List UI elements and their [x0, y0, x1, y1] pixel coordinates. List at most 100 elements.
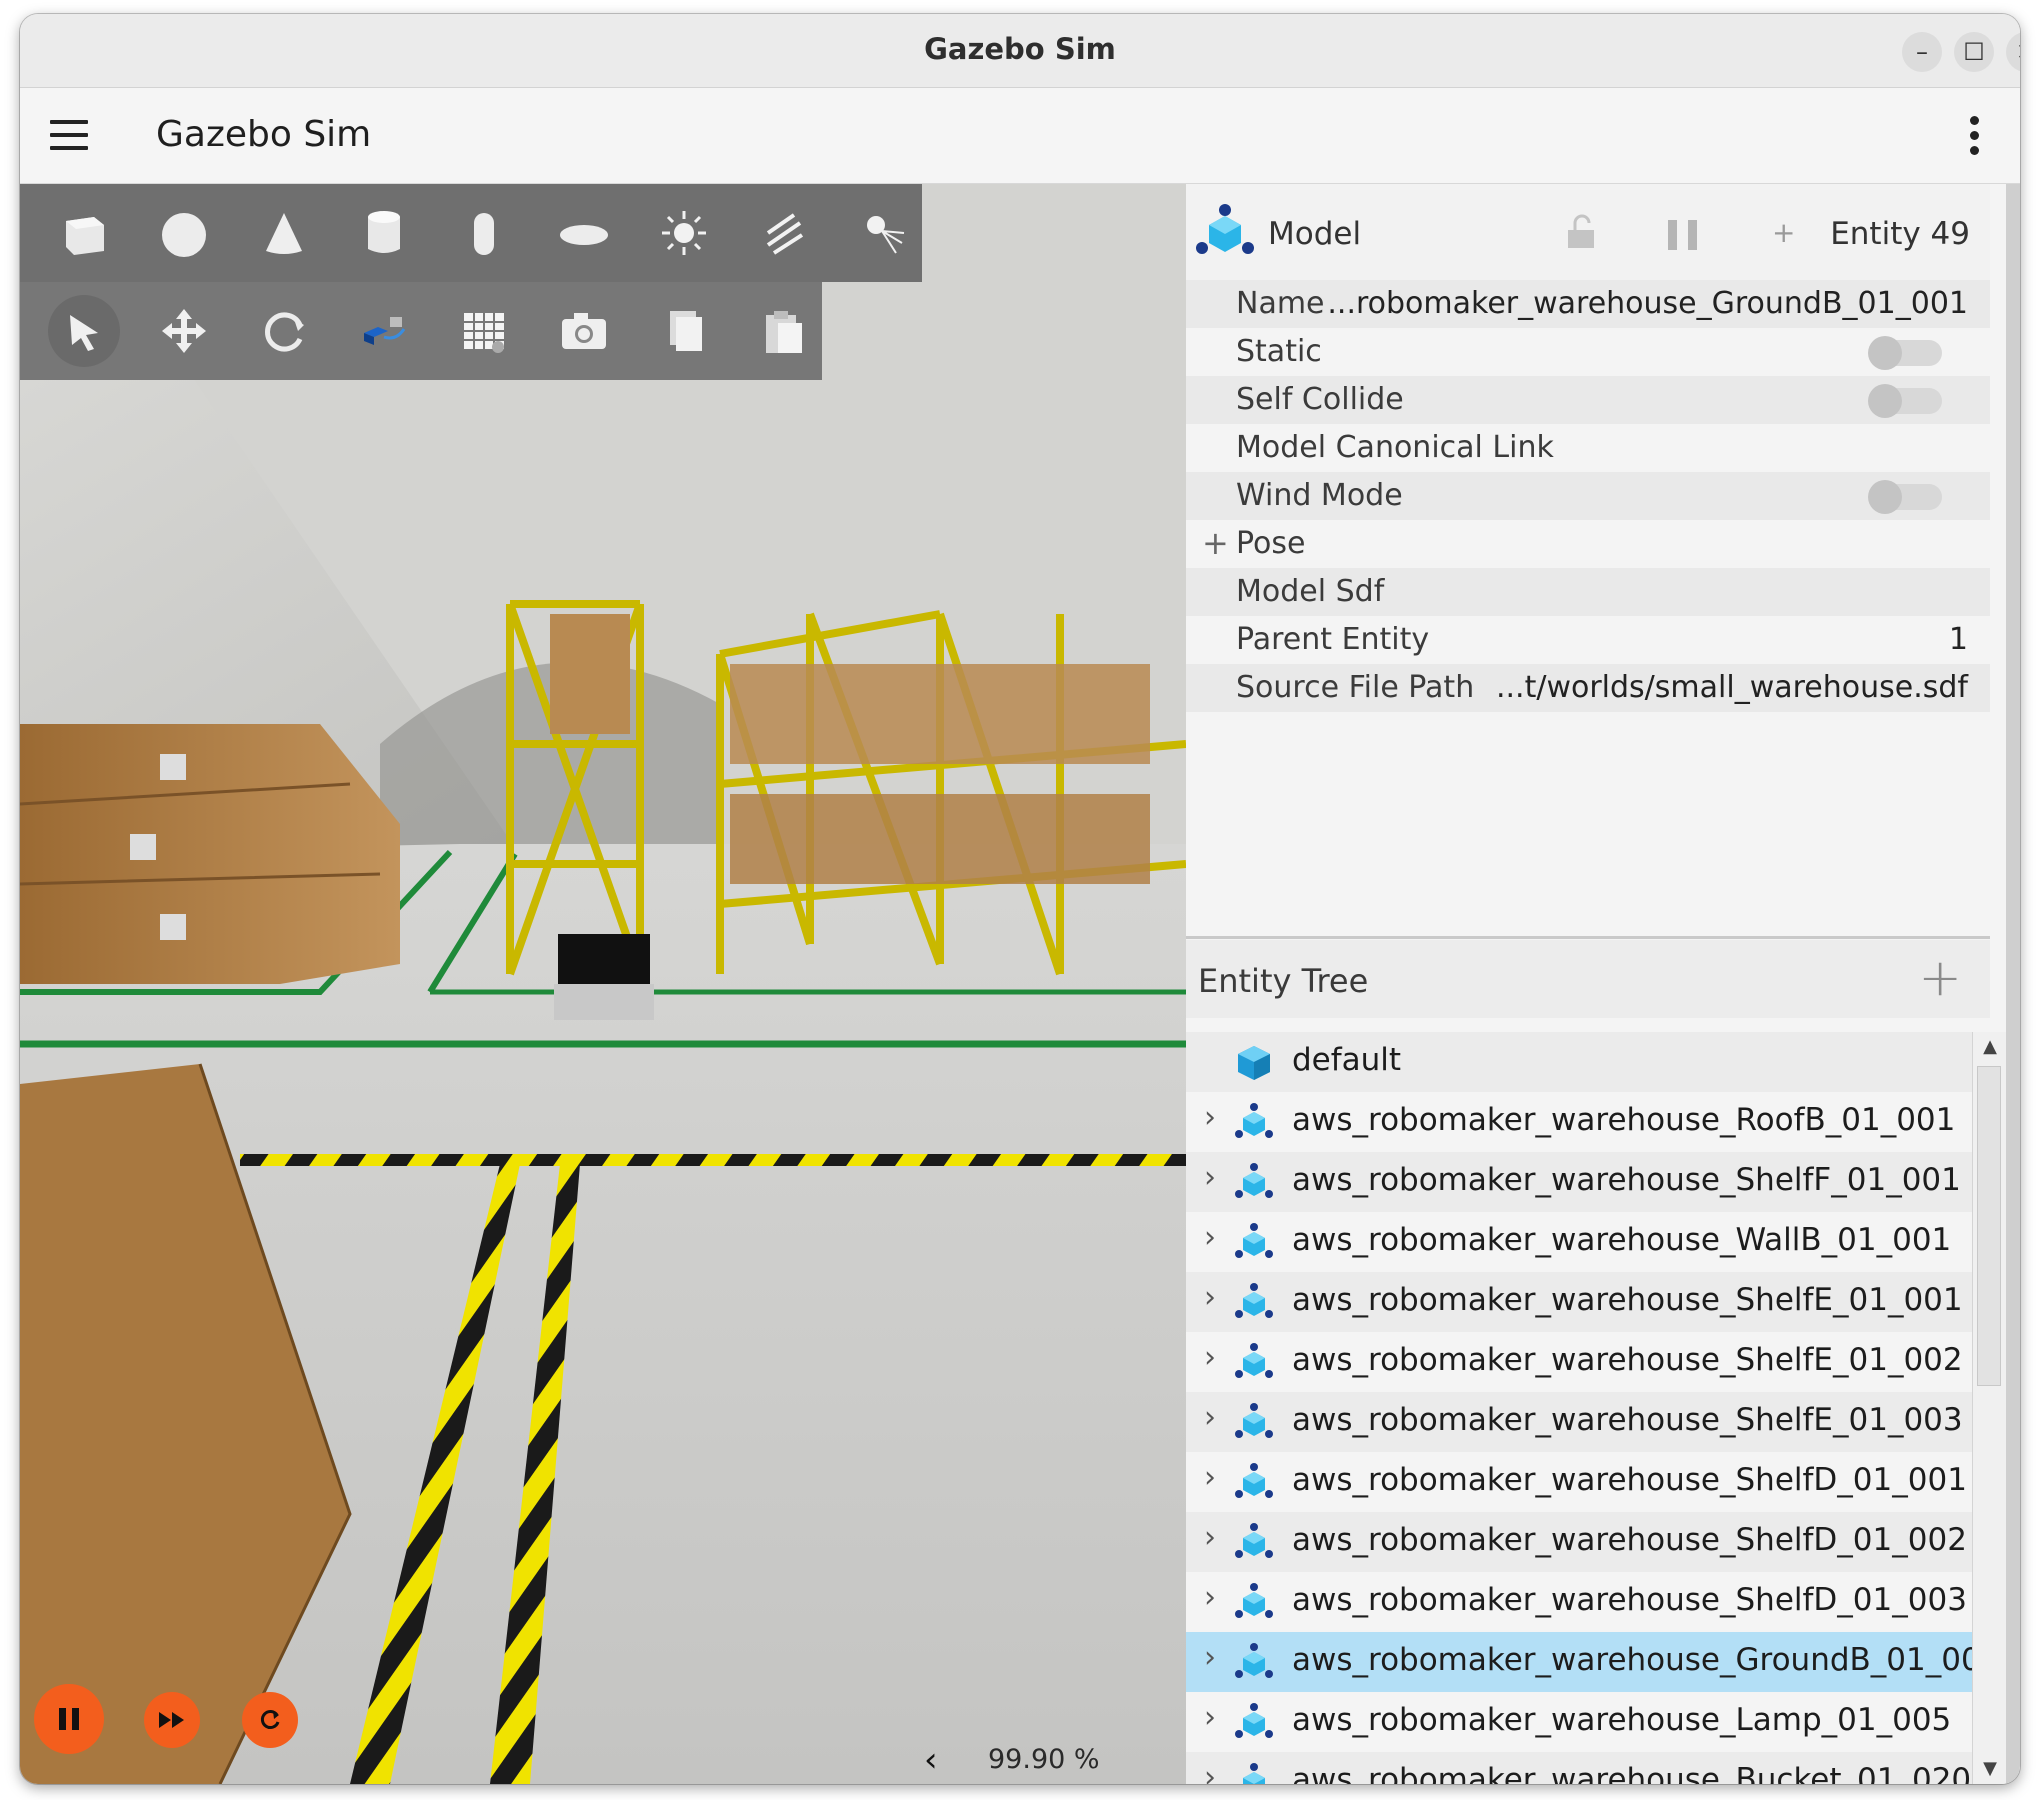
add-entity-icon[interactable]: +: [1918, 948, 1962, 1008]
chevron-right-icon[interactable]: ›: [1204, 1520, 1216, 1555]
model-icon: [1235, 1223, 1273, 1258]
entity-name: aws_robomaker_warehouse_WallB_01_001: [1292, 1222, 1952, 1258]
hamburger-menu-icon[interactable]: [50, 120, 90, 152]
step-button[interactable]: [144, 1692, 200, 1748]
transform-toolbar: [20, 282, 822, 380]
chevron-right-icon[interactable]: ›: [1204, 1220, 1216, 1255]
grid-snap-icon[interactable]: [448, 295, 520, 367]
scroll-down-arrow-icon[interactable]: ▼: [1973, 1754, 2007, 1784]
cylinder-icon[interactable]: [348, 197, 420, 269]
scroll-up-arrow-icon[interactable]: ▲: [1973, 1032, 2007, 1062]
entity-tree-scrollbar[interactable]: ▲ ▼: [1972, 1032, 2006, 1784]
chevron-right-icon[interactable]: ›: [1204, 1340, 1216, 1375]
entity-name: default: [1292, 1042, 1402, 1078]
chevron-right-icon[interactable]: ›: [1204, 1100, 1216, 1135]
property-parent-entity: Parent Entity 1: [1186, 616, 1990, 664]
chevron-right-icon[interactable]: ›: [1204, 1460, 1216, 1495]
model-icon: [1235, 1583, 1273, 1618]
translate-icon[interactable]: [148, 295, 220, 367]
chevron-right-icon[interactable]: ›: [1204, 1760, 1216, 1784]
tree-row[interactable]: default: [1186, 1032, 1972, 1092]
point-light-icon[interactable]: [648, 197, 720, 269]
select-icon[interactable]: [48, 295, 120, 367]
property-model-sdf: Model Sdf: [1186, 568, 1990, 616]
screenshot-icon[interactable]: [548, 295, 620, 367]
warehouse-scene: [20, 184, 1186, 1784]
rtf-collapse-arrow[interactable]: ‹: [924, 1740, 938, 1780]
property-canonical-link: Model Canonical Link: [1186, 424, 1990, 472]
right-panel: Model + Entity 49 Name ...robomaker_ware…: [1186, 184, 2020, 1784]
wind-mode-toggle[interactable]: [1868, 480, 1942, 514]
ellipsoid-icon[interactable]: [548, 197, 620, 269]
property-label: Model Sdf: [1236, 574, 1385, 609]
cone-icon[interactable]: [248, 197, 320, 269]
pause-updates-icon[interactable]: [1666, 220, 1702, 250]
copy-icon[interactable]: [648, 295, 720, 367]
maximize-button[interactable]: ☐: [1954, 32, 1994, 72]
scene-viewport[interactable]: ‹ 99.90 %: [20, 184, 1186, 1784]
sphere-icon[interactable]: [148, 197, 220, 269]
tree-row[interactable]: › aws_robomaker_warehouse_ShelfE_01_003: [1186, 1392, 1972, 1452]
property-label: Wind Mode: [1236, 478, 1403, 513]
minimize-button[interactable]: –: [1902, 32, 1942, 72]
model-icon: [1196, 204, 1254, 254]
add-component-icon[interactable]: +: [1772, 216, 1795, 249]
rotate-icon[interactable]: [248, 295, 320, 367]
property-pose[interactable]: + Pose: [1186, 520, 1990, 568]
tree-row[interactable]: › aws_robomaker_warehouse_Bucket_01_020: [1186, 1752, 1972, 1784]
property-label: Name: [1236, 286, 1325, 321]
entity-name: aws_robomaker_warehouse_Lamp_01_005: [1292, 1702, 1952, 1738]
property-self-collide: Self Collide: [1186, 376, 1990, 424]
spot-light-icon[interactable]: [848, 197, 920, 269]
app-toolbar: Gazebo Sim: [20, 88, 2020, 184]
entity-name: aws_robomaker_warehouse_Bucket_01_020: [1292, 1762, 1972, 1784]
lock-icon[interactable]: [1566, 214, 1596, 250]
panel-splitter[interactable]: [1186, 936, 1990, 939]
real-time-factor: 99.90 %: [988, 1744, 1100, 1775]
property-label: Model Canonical Link: [1236, 430, 1554, 465]
directional-light-icon[interactable]: [748, 197, 820, 269]
capsule-icon[interactable]: [448, 197, 520, 269]
tree-row[interactable]: › aws_robomaker_warehouse_WallB_01_001: [1186, 1212, 1972, 1272]
property-name: Name ...robomaker_warehouse_GroundB_01_0…: [1186, 280, 1990, 328]
tree-row[interactable]: › aws_robomaker_warehouse_ShelfD_01_001: [1186, 1452, 1972, 1512]
pause-button[interactable]: [34, 1684, 104, 1754]
entity-tree-title: Entity Tree: [1198, 962, 1369, 1000]
box-icon[interactable]: [48, 197, 120, 269]
model-icon: [1235, 1703, 1273, 1738]
tree-row[interactable]: › aws_robomaker_warehouse_ShelfE_01_001: [1186, 1272, 1972, 1332]
inspector-type-label: Model: [1268, 216, 1362, 252]
entity-name: aws_robomaker_warehouse_ShelfD_01_002: [1292, 1522, 1967, 1558]
window-titlebar[interactable]: Gazebo Sim – ☐ ✕: [20, 14, 2020, 88]
tree-row[interactable]: › aws_robomaker_warehouse_GroundB_01_001: [1186, 1632, 1972, 1692]
property-label: Source File Path: [1236, 670, 1475, 705]
gazebo-window: Gazebo Sim – ☐ ✕ Gazebo Sim: [20, 14, 2020, 1784]
property-value[interactable]: ...robomaker_warehouse_GroundB_01_001: [1327, 286, 1968, 321]
reset-button[interactable]: [242, 1692, 298, 1748]
kebab-menu-icon[interactable]: [1970, 116, 1980, 156]
scroll-thumb[interactable]: [1977, 1066, 2001, 1386]
chevron-right-icon[interactable]: ›: [1204, 1640, 1216, 1675]
chevron-right-icon[interactable]: ›: [1204, 1580, 1216, 1615]
model-icon: [1235, 1403, 1273, 1438]
inspector-entity-id: Entity 49: [1830, 216, 1970, 252]
tree-row[interactable]: › aws_robomaker_warehouse_ShelfD_01_003: [1186, 1572, 1972, 1632]
self-collide-toggle[interactable]: [1868, 384, 1942, 418]
chevron-right-icon[interactable]: ›: [1204, 1160, 1216, 1195]
tree-row[interactable]: › aws_robomaker_warehouse_ShelfF_01_001: [1186, 1152, 1972, 1212]
chevron-right-icon[interactable]: ›: [1204, 1700, 1216, 1735]
expand-icon[interactable]: +: [1202, 524, 1229, 562]
chevron-right-icon[interactable]: ›: [1204, 1280, 1216, 1315]
reset-icon: [260, 1710, 280, 1729]
entity-name: aws_robomaker_warehouse_ShelfD_01_003: [1292, 1582, 1967, 1618]
tree-row[interactable]: › aws_robomaker_warehouse_ShelfD_01_002: [1186, 1512, 1972, 1572]
static-toggle[interactable]: [1868, 336, 1942, 370]
tree-row[interactable]: › aws_robomaker_warehouse_Lamp_01_005: [1186, 1692, 1972, 1752]
paste-icon[interactable]: [748, 295, 820, 367]
chevron-right-icon[interactable]: ›: [1204, 1400, 1216, 1435]
tree-row[interactable]: › aws_robomaker_warehouse_RoofB_01_001: [1186, 1092, 1972, 1152]
model-icon: [1235, 1283, 1273, 1318]
tree-row[interactable]: › aws_robomaker_warehouse_ShelfE_01_002: [1186, 1332, 1972, 1392]
transform-control-icon[interactable]: [348, 295, 420, 367]
entity-name: aws_robomaker_warehouse_ShelfD_01_001: [1292, 1462, 1967, 1498]
